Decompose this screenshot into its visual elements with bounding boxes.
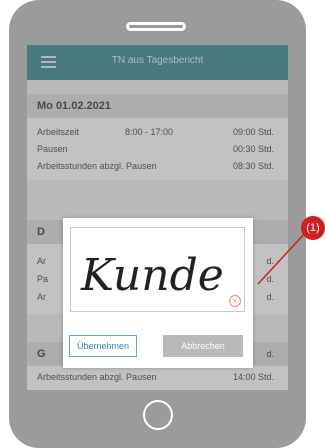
callout-line bbox=[257, 231, 307, 285]
callout-badge: (1) bbox=[301, 216, 325, 240]
